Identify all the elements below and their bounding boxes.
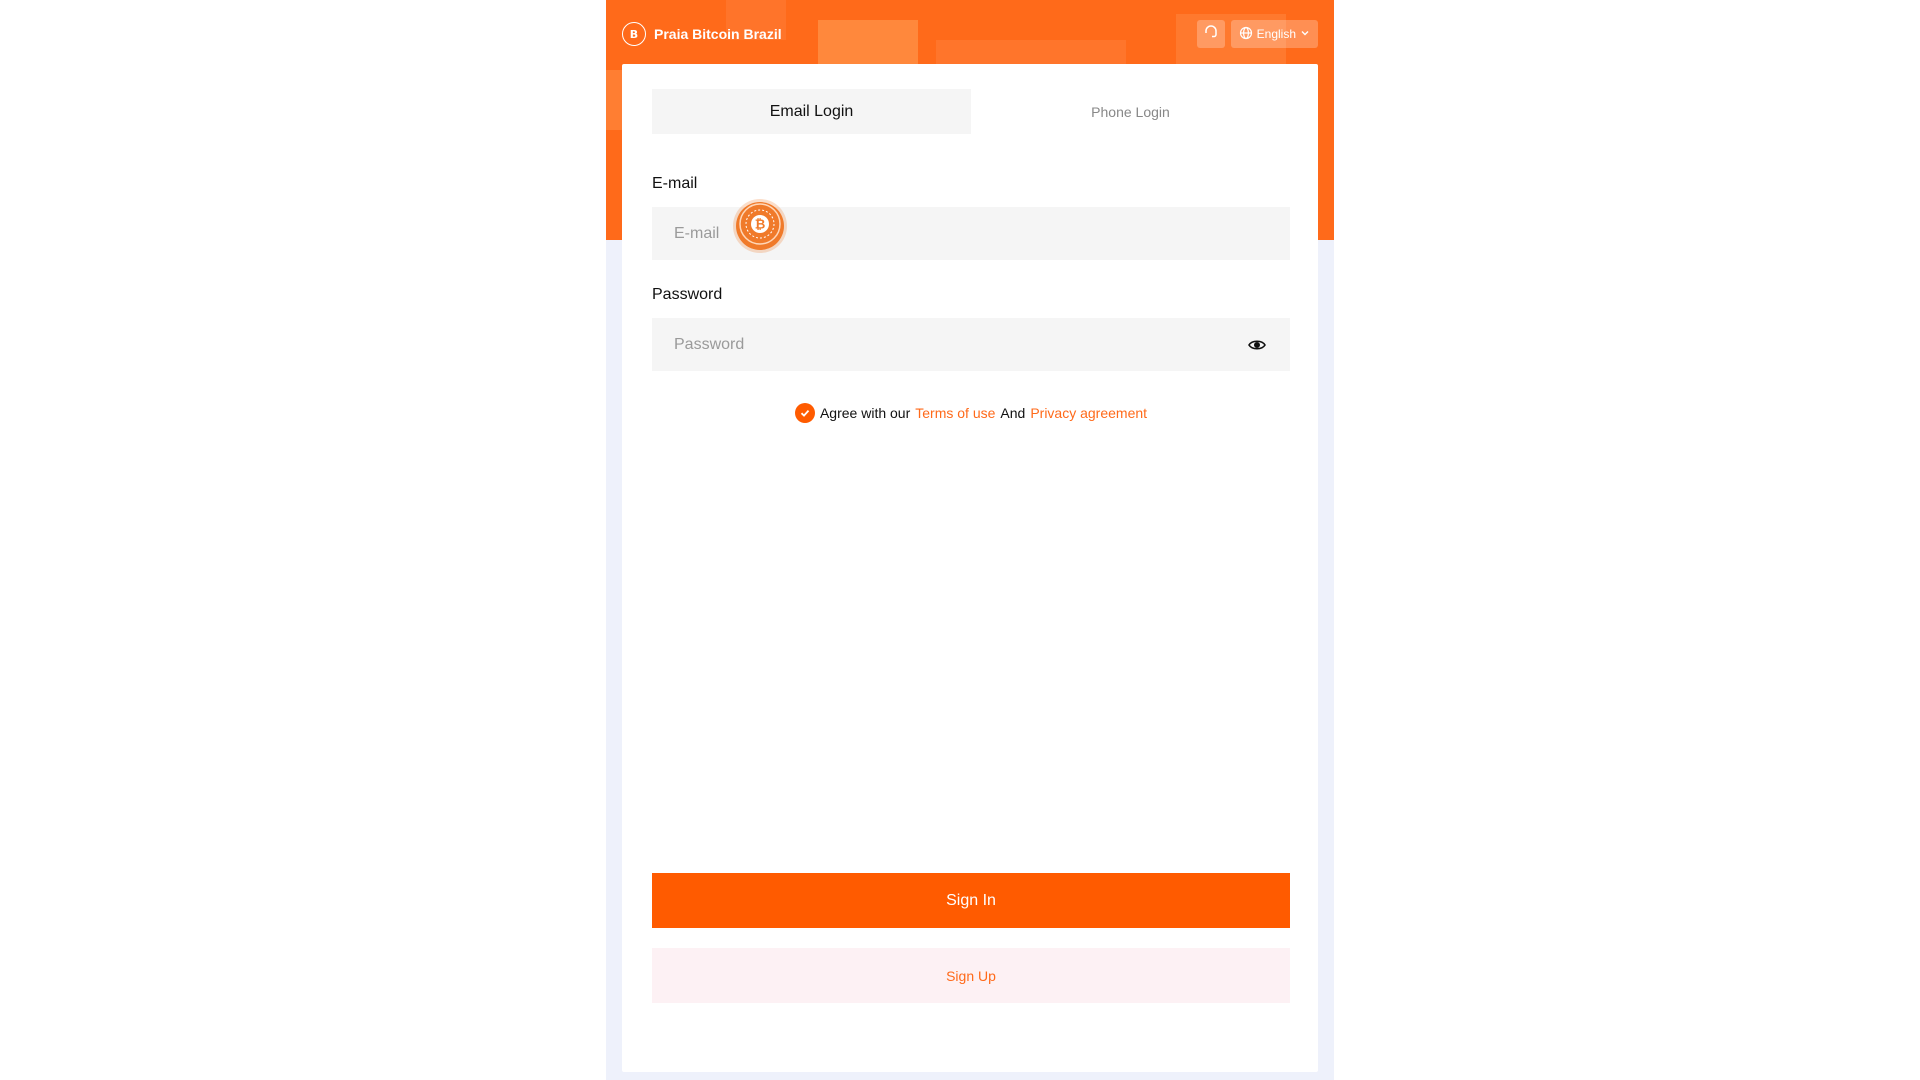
privacy-agreement-link[interactable]: Privacy agreement [1030,405,1147,421]
terms-of-use-link[interactable]: Terms of use [915,405,995,421]
language-label: English [1256,27,1296,41]
svg-text:B: B [630,28,638,41]
headset-icon [1203,24,1219,45]
sign-in-button[interactable]: Sign In [652,873,1290,928]
login-tabs: Email Login Phone Login [652,89,1290,134]
login-card: Email Login Phone Login E-mail Password [622,64,1318,1072]
tab-email-login[interactable]: Email Login [652,89,971,134]
agreement-text: Agree with our [819,405,911,421]
bitcoin-coin-icon: ₿ [738,202,782,251]
tab-phone-login[interactable]: Phone Login [971,89,1290,134]
bitcoin-logo-icon: B [622,22,646,46]
password-label: Password [652,286,723,303]
app-container: B Praia Bitcoin Brazil English Email Log… [606,0,1334,1080]
agreement-conjunction: And [1000,405,1026,421]
password-field[interactable] [674,335,1246,354]
email-label: E-mail [652,175,698,192]
brand[interactable]: B Praia Bitcoin Brazil [622,22,782,46]
sign-up-button[interactable]: Sign Up [652,948,1290,1003]
agreement-checkbox[interactable] [794,403,815,423]
chevron-down-icon [1300,27,1310,41]
brand-name: Praia Bitcoin Brazil [654,26,782,42]
globe-icon [1239,26,1253,43]
eye-icon[interactable] [1246,334,1268,356]
password-field-wrapper [652,318,1290,371]
top-actions: English [1196,20,1318,48]
floating-bitcoin-badge[interactable]: ₿ [736,202,784,250]
svg-text:₿: ₿ [755,217,766,232]
support-button[interactable] [1196,20,1225,48]
language-select[interactable]: English [1230,20,1318,48]
top-bar: B Praia Bitcoin Brazil English [622,20,1318,48]
agreement-row: Agree with our Terms of use And Privacy … [652,400,1290,426]
